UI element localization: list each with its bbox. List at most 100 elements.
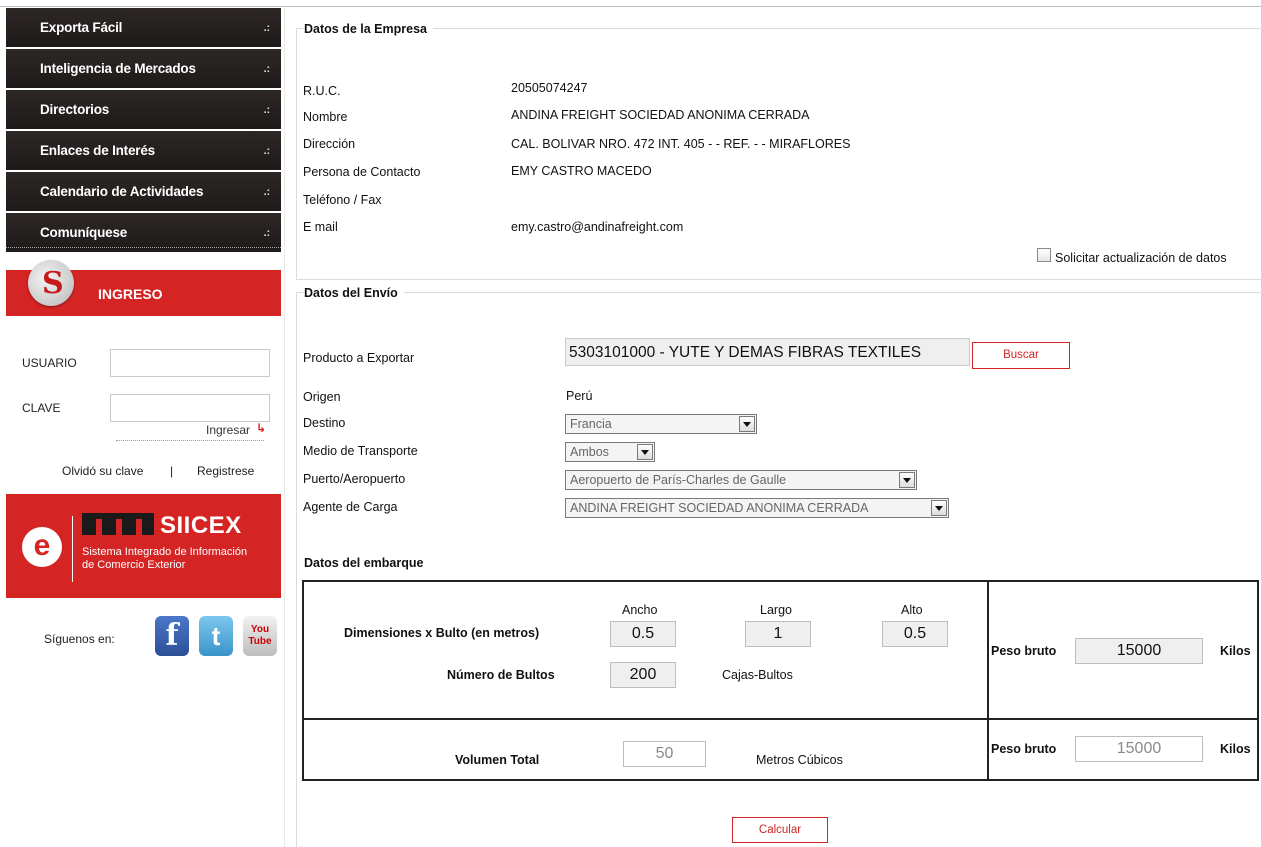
calcular-button[interactable]: Calcular <box>732 817 828 843</box>
ruc-label: R.U.C. <box>303 84 341 98</box>
ruc-value: 20505074247 <box>511 81 588 95</box>
medio-select-value: Ambos <box>570 445 609 459</box>
envio-title: Datos del Envío <box>304 286 404 300</box>
empresa-title: Datos de la Empresa <box>304 22 433 36</box>
alto-input[interactable]: 0.5 <box>882 621 948 647</box>
origen-label: Origen <box>303 390 341 404</box>
login-link-separator: | <box>170 464 174 478</box>
volumen-total-output: 50 <box>623 741 706 767</box>
menu-dots-icon: .: <box>263 104 271 116</box>
menu-dots-icon: .: <box>263 227 271 239</box>
top-divider <box>0 6 1261 7</box>
bultos-label: Número de Bultos <box>447 668 555 682</box>
login-header-label: INGRESO <box>98 286 163 302</box>
menu-bottom-divider <box>6 247 281 248</box>
ingresar-link[interactable]: Ingresar <box>206 423 250 437</box>
destino-select[interactable]: Francia <box>565 414 757 434</box>
menu-dots-icon: .: <box>263 145 271 157</box>
nombre-label: Nombre <box>303 110 348 124</box>
medio-label: Medio de Transporte <box>303 444 418 458</box>
email-label: E mail <box>303 220 338 234</box>
siicex-bars-logo-icon <box>82 513 154 535</box>
clave-label: CLAVE <box>22 401 61 415</box>
menu-item-exporta-facil[interactable]: Exporta Fácil .: <box>6 8 281 47</box>
sidebar-menu: Exporta Fácil .: Inteligencia de Mercado… <box>6 8 281 254</box>
social-label: Síguenos en: <box>44 632 115 646</box>
menu-item-directorios[interactable]: Directorios .: <box>6 90 281 129</box>
ancho-header: Ancho <box>622 603 658 617</box>
alto-header: Alto <box>901 603 923 617</box>
arrow-right-icon: ↳ <box>256 421 267 435</box>
table-vertical-divider <box>987 582 989 779</box>
email-value: emy.castro@andinafreight.com <box>511 220 684 234</box>
login-header: S INGRESO <box>6 260 281 316</box>
siicex-banner[interactable]: e SIICEX Sistema Integrado de Informació… <box>6 494 281 598</box>
update-data-label: Solicitar actualización de datos <box>1055 251 1227 265</box>
producto-label: Producto a Exportar <box>303 351 415 365</box>
peso-bruto-input[interactable]: 15000 <box>1075 638 1203 664</box>
telefono-label: Teléfono / Fax <box>303 193 382 207</box>
medio-transporte-select[interactable]: Ambos <box>565 442 655 462</box>
contacto-value: EMY CASTRO MACEDO <box>511 164 652 178</box>
peso-bruto-total-unit: Kilos <box>1220 742 1251 756</box>
menu-item-inteligencia-mercados[interactable]: Inteligencia de Mercados .: <box>6 49 281 88</box>
chevron-down-icon <box>899 472 915 488</box>
agente-select[interactable]: ANDINA FREIGHT SOCIEDAD ANONIMA CERRADA <box>565 498 949 518</box>
puerto-select[interactable]: Aeropuerto de París-Charles de Gaulle <box>565 470 917 490</box>
chevron-down-icon <box>637 444 653 460</box>
producto-field[interactable]: 5303101000 - YUTE Y DEMAS FIBRAS TEXTILE… <box>565 338 970 366</box>
peso-bruto-label: Peso bruto <box>991 644 1057 658</box>
peso-bruto-total-label: Peso bruto <box>991 742 1057 756</box>
table-horizontal-divider <box>304 718 1257 720</box>
origen-value: Perú <box>566 389 593 403</box>
menu-item-label: Inteligencia de Mercados <box>40 61 196 76</box>
dimensiones-label: Dimensiones x Bulto (en metros) <box>344 626 540 640</box>
direccion-value: CAL. BOLIVAR NRO. 472 INT. 405 - - REF. … <box>511 137 851 151</box>
siicex-e-logo-icon: e <box>22 527 62 567</box>
twitter-icon[interactable]: t <box>199 616 233 656</box>
bultos-input[interactable]: 200 <box>610 662 676 688</box>
empresa-section <box>296 28 1261 280</box>
volumen-unit: Metros Cúbicos <box>756 753 843 767</box>
menu-item-label: Exporta Fácil <box>40 20 123 35</box>
menu-dots-icon: .: <box>263 22 271 34</box>
register-link[interactable]: Registrese <box>197 464 254 478</box>
menu-dots-icon: .: <box>263 63 271 75</box>
peso-bruto-unit: Kilos <box>1220 644 1251 658</box>
destino-select-value: Francia <box>570 417 612 431</box>
youtube-icon[interactable]: You Tube <box>243 616 277 656</box>
usuario-input[interactable] <box>110 349 270 377</box>
usuario-label: USUARIO <box>22 356 77 370</box>
menu-item-calendario-actividades[interactable]: Calendario de Actividades .: <box>6 172 281 211</box>
destino-label: Destino <box>303 416 346 430</box>
siicex-title-text: SIICEX <box>160 512 242 539</box>
menu-item-label: Enlaces de Interés <box>40 143 155 158</box>
siicex-title: SIICEX <box>82 512 242 540</box>
facebook-icon[interactable]: f <box>155 616 189 656</box>
chevron-down-icon <box>739 416 755 432</box>
youtube-icon-top: You <box>250 624 270 635</box>
chevron-down-icon <box>931 500 947 516</box>
menu-item-label: Directorios <box>40 102 110 117</box>
buscar-button[interactable]: Buscar <box>972 342 1070 369</box>
ancho-input[interactable]: 0.5 <box>610 621 676 647</box>
contacto-label: Persona de Contacto <box>303 165 421 179</box>
largo-input[interactable]: 1 <box>745 621 811 647</box>
largo-header: Largo <box>760 603 792 617</box>
menu-item-enlaces-interes[interactable]: Enlaces de Interés .: <box>6 131 281 170</box>
update-data-checkbox[interactable] <box>1037 248 1051 262</box>
volumen-total-label: Volumen Total <box>455 753 540 767</box>
agente-select-value: ANDINA FREIGHT SOCIEDAD ANONIMA CERRADA <box>570 501 869 515</box>
youtube-icon-bottom: Tube <box>248 636 272 647</box>
forgot-password-link[interactable]: Olvidó su clave <box>62 464 143 478</box>
menu-item-label: Comuníquese <box>40 225 128 240</box>
promperu-logo-icon: S <box>28 260 74 306</box>
login-divider <box>116 440 264 441</box>
embarque-title: Datos del embarque <box>304 556 430 570</box>
clave-input[interactable] <box>110 394 270 422</box>
menu-dots-icon: .: <box>263 186 271 198</box>
peso-bruto-total-output: 15000 <box>1075 736 1203 762</box>
agente-label: Agente de Carga <box>303 500 398 514</box>
siicex-divider <box>72 516 73 582</box>
siicex-subtitle: Sistema Integrado de Información de Come… <box>82 546 247 572</box>
